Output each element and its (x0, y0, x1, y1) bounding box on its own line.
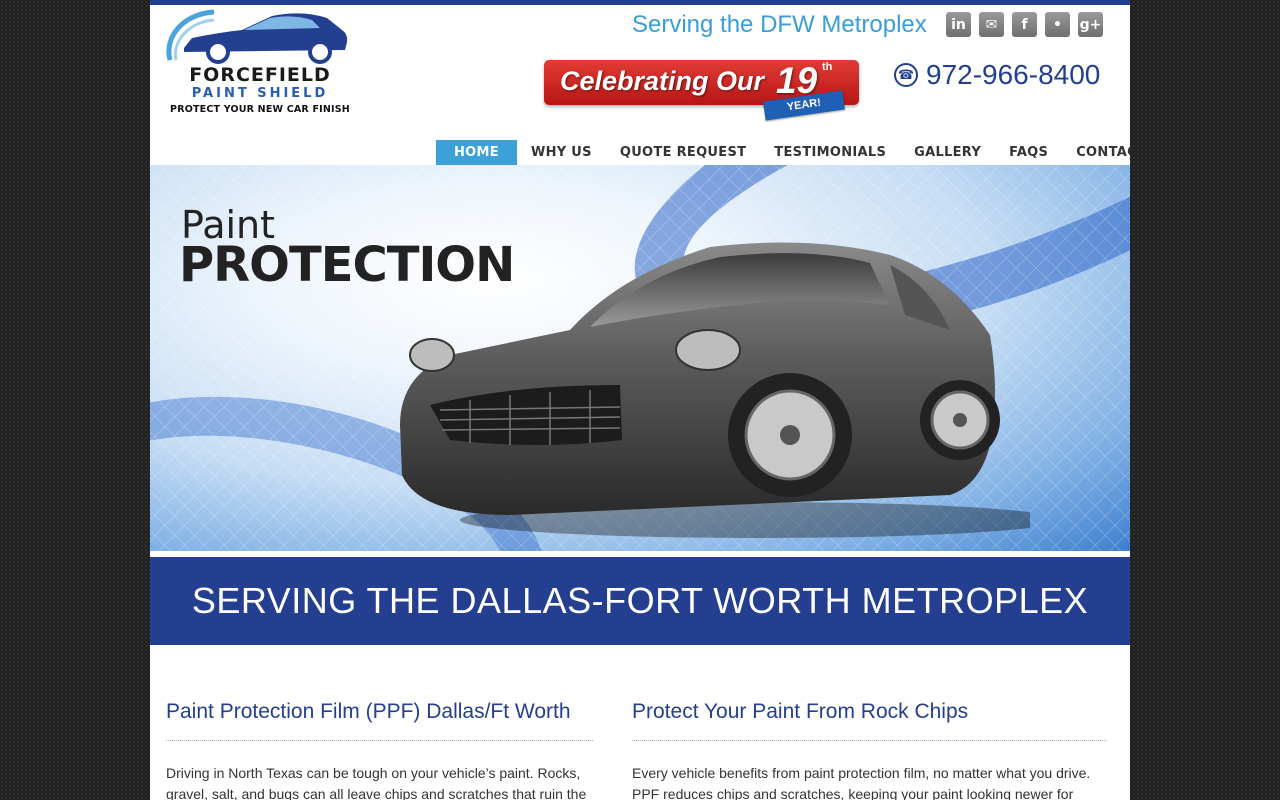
logo-subtitle: PAINT SHIELD (191, 86, 329, 101)
facebook-icon[interactable]: f (1012, 12, 1037, 37)
nav-gallery[interactable]: GALLERY (900, 140, 995, 165)
anniversary-suffix: th (822, 61, 833, 73)
main-nav: HOME WHY US QUOTE REQUEST TESTIMONIALS G… (436, 140, 1130, 165)
twitter-icon[interactable]: • (1045, 12, 1070, 37)
phone-number[interactable]: 972-966-8400 (926, 59, 1100, 91)
serving-tagline: Serving the DFW Metroplex (632, 11, 927, 38)
page: FORCEFIELD PAINT SHIELD PROTECT YOUR NEW… (150, 0, 1130, 800)
divider (632, 740, 1107, 741)
service-area-heading: SERVING THE DALLAS-FORT WORTH METROPLEX (191, 580, 1089, 621)
hero-banner: Paint PROTECTION (150, 165, 1130, 551)
rock-chips-heading: Protect Your Paint From Rock Chips (632, 700, 969, 723)
social-links: in ✉ f • g+ (946, 12, 1103, 37)
nav-contact-us[interactable]: CONTACT US (1062, 140, 1130, 165)
nav-why-us[interactable]: WHY US (517, 140, 606, 165)
content-column-ppf: Paint Protection Film (PPF) Dallas/Ft Wo… (166, 700, 593, 800)
rock-chips-paragraph: Every vehicle benefits from paint protec… (632, 765, 1091, 800)
google-plus-icon[interactable]: g+ (1078, 12, 1103, 37)
ppf-heading: Paint Protection Film (PPF) Dallas/Ft Wo… (166, 700, 571, 723)
top-border (150, 0, 1130, 5)
logo-wordmark: FORCEFIELD (189, 64, 331, 86)
logo-tagline: PROTECT YOUR NEW CAR FINISH (170, 104, 350, 115)
sports-car-image (400, 242, 1030, 538)
linkedin-icon[interactable]: in (946, 12, 971, 37)
logo-car-icon (166, 9, 348, 64)
logo[interactable]: FORCEFIELD PAINT SHIELD PROTECT YOUR NEW… (162, 8, 357, 120)
nav-home[interactable]: HOME (436, 140, 517, 165)
divider (166, 740, 593, 741)
anniversary-text: Celebrating Our (560, 66, 765, 96)
chat-icon[interactable]: ✉ (979, 12, 1004, 37)
nav-faqs[interactable]: FAQS (995, 140, 1062, 165)
ppf-paragraph: Driving in North Texas can be tough on y… (166, 765, 587, 800)
service-area-band: SERVING THE DALLAS-FORT WORTH METROPLEX (150, 557, 1130, 645)
nav-quote-request[interactable]: QUOTE REQUEST (606, 140, 760, 165)
content-column-rock-chips: Protect Your Paint From Rock Chips Every… (632, 700, 1107, 800)
phone-block[interactable]: ☎ 972-966-8400 (894, 59, 1100, 91)
nav-testimonials[interactable]: TESTIMONIALS (760, 140, 900, 165)
anniversary-banner: Celebrating Our 19 th YEAR! (544, 60, 859, 121)
phone-icon: ☎ (894, 63, 918, 87)
